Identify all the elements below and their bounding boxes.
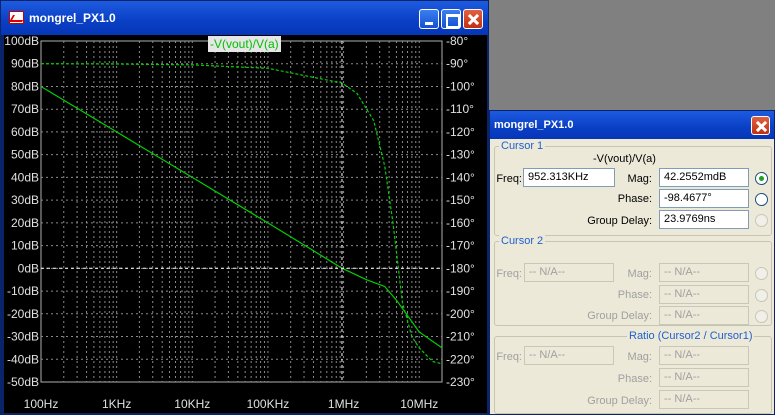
y-left-tick-label: 50dB xyxy=(11,148,39,162)
cursor2-phase-field[interactable]: -- N/A-- xyxy=(659,285,749,304)
y-left-tick-label: 30dB xyxy=(11,193,39,207)
cursor2-legend: Cursor 2 xyxy=(499,235,546,247)
ratio-freq-label: Freq: xyxy=(496,351,522,363)
cursor2-group-delay-field[interactable]: -- N/A-- xyxy=(659,306,749,325)
y-left-tick-label: 80dB xyxy=(11,79,39,93)
y-left-tick-label: 90dB xyxy=(11,57,39,71)
cursor2-mag-field[interactable]: -- N/A-- xyxy=(659,263,749,282)
close-button[interactable] xyxy=(463,9,483,29)
cursor2-group-delay-radio[interactable] xyxy=(755,310,768,323)
x-tick-label: 1MHz xyxy=(328,397,359,411)
y-right-tick-label: -140° xyxy=(446,170,475,184)
cursor1-phase-field[interactable]: -98.4677° xyxy=(659,189,749,208)
cursor1-mag-label: Mag: xyxy=(627,173,652,185)
y-right-tick-label: -190° xyxy=(446,284,475,298)
ratio-group-delay-label: Group Delay: xyxy=(587,395,652,407)
y-right-tick-label: -180° xyxy=(446,261,475,275)
trace-label[interactable]: -V(vout)/V(a) xyxy=(208,36,281,52)
magnitude-trace xyxy=(40,85,443,349)
y-right-tick-label: -150° xyxy=(446,193,475,207)
y-right-tick-label: -90° xyxy=(446,57,468,71)
cursor1-phase-radio[interactable] xyxy=(755,193,768,206)
y-right-tick-label: -160° xyxy=(446,216,475,230)
y-right-tick-label: -130° xyxy=(446,148,475,162)
ratio-group-delay-field[interactable]: -- N/A-- xyxy=(659,390,749,409)
y-right-tick-label: -230° xyxy=(446,375,475,389)
plot-frame xyxy=(40,40,443,383)
y-left-tick-label: 70dB xyxy=(11,102,39,116)
y-left-tick-label: 40dB xyxy=(11,170,39,184)
plot-window-title: mongrel_PX1.0 xyxy=(29,11,116,25)
cursor2-mag-label: Mag: xyxy=(627,268,652,280)
cursor1-freq-label: Freq: xyxy=(496,173,522,185)
cursor2-mag-radio[interactable] xyxy=(755,267,768,280)
cursor1-group-delay-field[interactable]: 23.9769ns xyxy=(659,210,749,229)
plot-window-titlebar[interactable]: mongrel_PX1.0 xyxy=(1,1,488,35)
y-right-tick-label: -100° xyxy=(446,79,475,93)
y-right-tick-label: -80° xyxy=(446,35,468,48)
y-right-tick-label: -110° xyxy=(446,102,474,116)
waveform-app-icon xyxy=(9,11,24,24)
y-right-tick-label: -170° xyxy=(446,239,475,253)
y-right-tick-label: -220° xyxy=(446,352,475,366)
y-left-tick-label: 0dB xyxy=(18,261,39,275)
y-left-tick-label: -40dB xyxy=(7,352,39,366)
ratio-legend: Ratio (Cursor2 / Cursor1) xyxy=(627,330,755,342)
ratio-phase-field[interactable]: -- N/A-- xyxy=(659,368,749,387)
ratio-freq-field[interactable]: -- N/A-- xyxy=(524,346,614,365)
y-left-tick-label: -50dB xyxy=(7,375,39,389)
minimize-button[interactable] xyxy=(419,9,439,29)
x-tick-label: 10MHz xyxy=(400,397,438,411)
y-left-tick-label: -30dB xyxy=(7,330,39,344)
y-right-tick-label: -120° xyxy=(446,125,475,139)
y-right-tick-label: -210° xyxy=(446,330,475,344)
cursor2-freq-field[interactable]: -- N/A-- xyxy=(524,263,614,282)
cursor-window-close-button[interactable] xyxy=(751,116,770,135)
bode-plot-area[interactable]: 100dB 90dB 80dB 70dB 60dB 50dB 40dB 30dB 20dB 10d… xyxy=(4,35,487,413)
plot-window: mongrel_PX1.0 100dB 90dB 80dB 70dB 60dB 50dB 4… xyxy=(0,0,489,415)
cursor1-trace-name: -V(vout)/V(a) xyxy=(593,153,656,165)
cursor1-mag-radio[interactable] xyxy=(755,172,768,185)
x-tick-label: 10KHz xyxy=(174,397,210,411)
ratio-mag-field[interactable]: -- N/A-- xyxy=(659,346,749,365)
x-tick-label: 1KHz xyxy=(102,397,131,411)
x-tick-label: 100Hz xyxy=(24,397,59,411)
cursor2-group-delay-label: Group Delay: xyxy=(587,310,652,322)
cursor2-phase-radio[interactable] xyxy=(755,289,768,302)
y-left-tick-label: -10dB xyxy=(7,284,39,298)
x-tick-label: 100KHz xyxy=(247,397,290,411)
cursor1-legend: Cursor 1 xyxy=(499,140,546,152)
y-left-tick-label: 60dB xyxy=(11,125,39,139)
y-left-tick-label: 10dB xyxy=(11,239,39,253)
cursor1-mag-field[interactable]: 42.2552mdB xyxy=(659,168,749,187)
cursor1-phase-label: Phase: xyxy=(617,193,652,205)
cursor-window: mongrel_PX1.0 Cursor 1 -V(vout)/V(a) Fre… xyxy=(489,110,775,415)
cursor-window-title: mongrel_PX1.0 xyxy=(494,119,574,131)
y-left-tick-label: -20dB xyxy=(7,307,39,321)
maximize-button[interactable] xyxy=(441,9,461,29)
y-left-tick-label: 100dB xyxy=(4,35,39,48)
cursor2-freq-label: Freq: xyxy=(496,268,522,280)
y-right-tick-label: -200° xyxy=(446,307,475,321)
ratio-mag-label: Mag: xyxy=(627,351,652,363)
cursor-window-titlebar[interactable]: mongrel_PX1.0 xyxy=(490,111,774,139)
cursor1-freq-field[interactable]: 952.313KHz xyxy=(523,168,615,187)
cursor1-group-delay-label: Group Delay: xyxy=(587,215,652,227)
cursor2-phase-label: Phase: xyxy=(617,289,652,301)
ratio-phase-label: Phase: xyxy=(617,373,652,385)
y-left-tick-label: 20dB xyxy=(11,216,39,230)
cursor1-group-delay-radio[interactable] xyxy=(755,214,768,227)
bode-plot[interactable]: 100dB 90dB 80dB 70dB 60dB 50dB 40dB 30dB 20dB 10d… xyxy=(4,35,487,413)
